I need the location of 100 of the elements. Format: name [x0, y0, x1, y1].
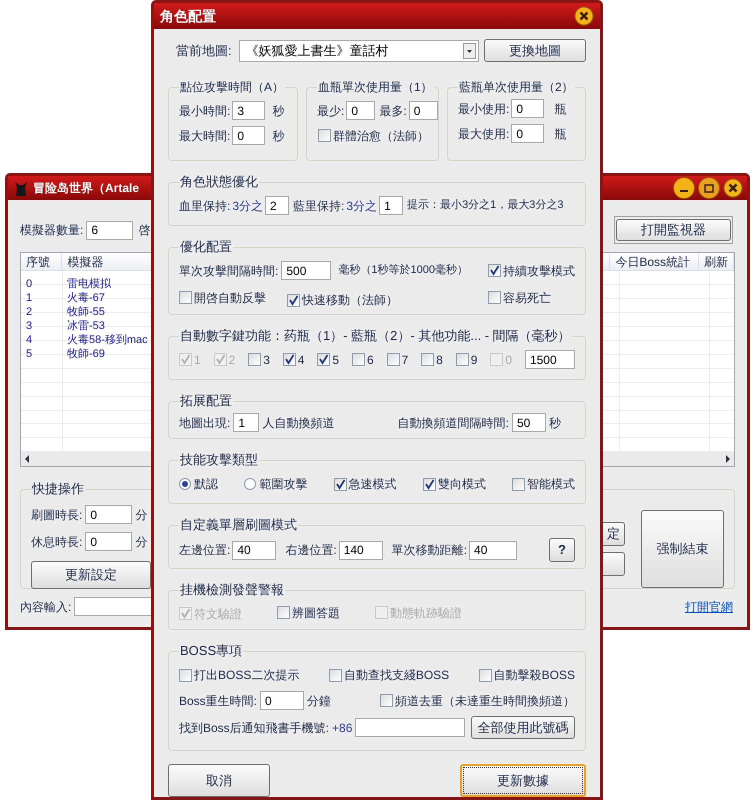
checkbox-label: 9: [470, 352, 478, 368]
scroll-left-icon: [24, 455, 30, 464]
table-cell: 火毒-67: [67, 292, 105, 304]
checkbox[interactable]: [287, 294, 300, 306]
maximize-button[interactable]: [698, 177, 720, 199]
unit-label: 分鐘: [307, 692, 332, 710]
checkbox-label: 開啓自動反擊: [194, 290, 266, 306]
cancel-button[interactable]: 取消: [168, 764, 270, 797]
input-field[interactable]: 0: [85, 505, 132, 524]
maximize-icon: [704, 183, 714, 193]
checkbox[interactable]: [478, 668, 492, 682]
input-field[interactable]: 3: [232, 101, 266, 120]
input-field[interactable]: [355, 718, 466, 737]
figure-icon: [12, 179, 30, 197]
input-field[interactable]: 0: [85, 532, 132, 551]
label: 刷圖時長:: [31, 506, 82, 524]
input-field[interactable]: 140: [338, 540, 383, 560]
checkbox[interactable]: [318, 129, 331, 142]
radio-button[interactable]: [179, 478, 191, 490]
checkbox[interactable]: [179, 668, 192, 682]
checkbox[interactable]: [277, 606, 290, 619]
input-field[interactable]: 1500: [524, 350, 575, 369]
map-dropdown[interactable]: 《妖狐愛上書生》童話村: [238, 40, 479, 62]
table-cell: 3: [26, 320, 32, 332]
label: +86: [332, 720, 352, 736]
checkbox[interactable]: [512, 478, 525, 490]
label: 最小時間:: [179, 102, 230, 120]
label: 最大使用:: [458, 126, 510, 142]
checkbox-label: 急速模式: [348, 476, 396, 493]
input-field[interactable]: 0: [232, 126, 266, 145]
label: 自動換頻道間隔時間:: [398, 414, 509, 432]
checkbox[interactable]: [422, 478, 436, 490]
checkbox-label: 自動擊殺BOSS: [494, 667, 575, 684]
group-title: 自定義單層刷圖模式: [180, 517, 297, 532]
input-field[interactable]: 40: [469, 540, 518, 560]
unit-label: 秒: [272, 102, 284, 120]
checkbox[interactable]: [328, 668, 342, 682]
checkbox[interactable]: [421, 353, 434, 366]
checkbox-label: 5: [332, 352, 340, 368]
group-title: 藍瓶单次使用量（2）: [459, 80, 574, 94]
update-data-button[interactable]: 更新數據: [460, 764, 586, 797]
input-field[interactable]: 0: [511, 99, 544, 118]
input-field[interactable]: 40: [232, 540, 276, 560]
website-link[interactable]: 打開官網: [685, 598, 733, 616]
checkbox-label: 雙向模式: [438, 476, 486, 493]
update-settings-button[interactable]: 更新設定: [31, 561, 151, 589]
input-field[interactable]: 50: [512, 413, 546, 432]
checkbox-label: 0: [505, 352, 512, 368]
checkbox[interactable]: [317, 353, 330, 366]
close-button[interactable]: [574, 6, 594, 26]
input-field[interactable]: 0: [260, 691, 304, 710]
radio-button[interactable]: [244, 478, 256, 490]
unit-label: 秒: [549, 414, 561, 432]
group-title: 血瓶單次使用量（1）: [318, 80, 433, 94]
checkbox[interactable]: [488, 264, 501, 277]
checkbox[interactable]: [386, 353, 400, 366]
input-field[interactable]: 1: [233, 413, 260, 432]
label: 最多:: [379, 102, 407, 120]
input-field[interactable]: 6: [86, 220, 134, 240]
checkbox-label: 1: [194, 352, 201, 368]
label: 3分之: [346, 198, 378, 214]
minimize-icon: [680, 190, 688, 192]
label: 3分之: [232, 198, 264, 214]
scroll-right-icon: [725, 455, 731, 464]
input-field[interactable]: 1: [379, 196, 404, 215]
label: 當前地圖:: [176, 42, 232, 60]
checkbox-label: 6: [366, 352, 374, 368]
input-field[interactable]: 0: [346, 101, 376, 120]
checkbox-label: 符文驗證: [194, 606, 242, 622]
change-map-button[interactable]: 更換地圖: [484, 39, 586, 62]
checkbox[interactable]: [488, 291, 501, 304]
checkbox[interactable]: [282, 353, 296, 366]
checkbox[interactable]: [456, 353, 469, 366]
checkbox[interactable]: [248, 353, 262, 366]
minimize-button[interactable]: [673, 177, 695, 199]
label: 休息時長:: [31, 534, 82, 550]
label: 最大時間:: [179, 128, 230, 144]
input-field[interactable]: 0: [408, 101, 438, 120]
unit-label: 瓶: [554, 100, 566, 118]
group-title: 快捷操作: [32, 481, 84, 496]
input-field[interactable]: 500: [281, 261, 332, 280]
table-cell: 5: [26, 348, 32, 360]
unit-label: 秒: [272, 128, 284, 144]
checkbox-label: 智能模式: [527, 476, 575, 493]
table-cell: 2: [26, 306, 32, 318]
label: 地圖出現:: [179, 414, 230, 432]
group-title: 拓展配置: [180, 393, 232, 408]
help-button[interactable]: ?: [549, 538, 575, 562]
checkbox[interactable]: [179, 291, 192, 304]
close-button[interactable]: [723, 178, 743, 198]
input-field[interactable]: 2: [265, 196, 290, 215]
input-field[interactable]: 0: [511, 124, 544, 143]
checkbox[interactable]: [352, 353, 365, 366]
use-number-button[interactable]: 全部使用此號碼: [471, 716, 575, 739]
force-stop-button[interactable]: 强制結束: [641, 510, 724, 588]
checkbox[interactable]: [334, 478, 346, 490]
monitor-button[interactable]: 打開監視器: [616, 218, 731, 241]
checkbox[interactable]: [380, 694, 393, 707]
radio-label: 默認: [194, 476, 218, 493]
label: 單次攻擊間隔時間:: [179, 262, 278, 280]
